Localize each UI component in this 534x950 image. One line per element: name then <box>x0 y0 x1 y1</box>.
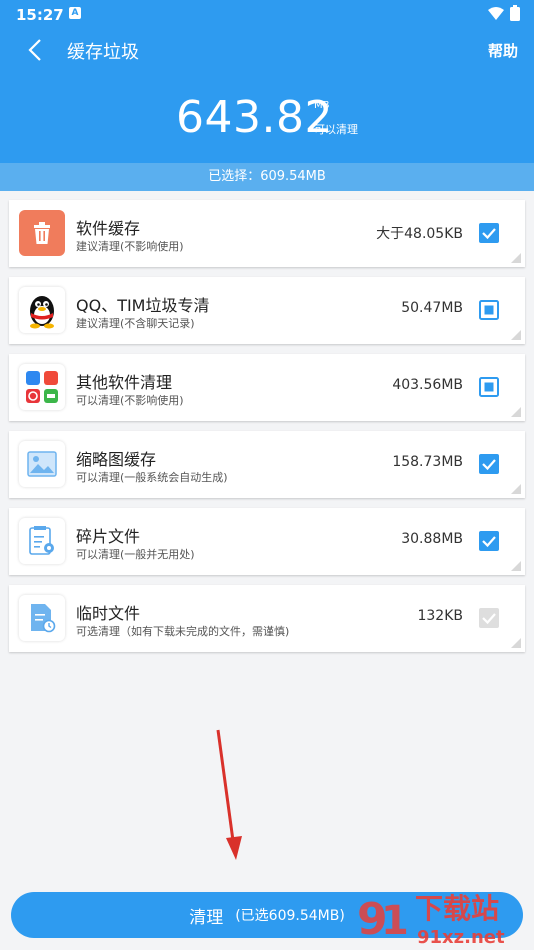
clean-button-label: 清理 <box>189 907 224 928</box>
notification-icon: A <box>69 7 81 19</box>
item-description: 可选清理（如有下载未完成的文件，需谨慎) <box>76 625 290 638</box>
wifi-icon <box>488 6 504 20</box>
list-item-fragment-files[interactable]: 碎片文件 可以清理(一般并无用处) 30.88MB <box>9 508 525 575</box>
app-icon-box <box>19 441 65 487</box>
watermark-url: 91xz.net <box>417 927 505 948</box>
help-button[interactable]: 帮助 <box>488 40 518 61</box>
item-description: 建议清理(不影响使用) <box>76 240 184 253</box>
item-name: 其他软件清理 <box>76 373 173 392</box>
item-size: 大于48.05KB <box>376 226 463 242</box>
app-icon-box <box>19 364 65 410</box>
battery-icon <box>510 5 520 21</box>
document-gear-icon <box>29 526 54 555</box>
checkbox-disabled-icon[interactable] <box>479 608 499 628</box>
corner-mark <box>511 561 521 571</box>
qq-penguin-icon <box>30 296 54 329</box>
checkbox-checked-icon[interactable] <box>479 223 499 243</box>
image-icon <box>27 451 57 477</box>
header: 15:27 A 缓存垃圾 帮助 643.82 MB 可以清理 已选择：609.5… <box>0 0 534 191</box>
corner-mark <box>511 484 521 494</box>
item-name: 临时文件 <box>76 604 141 623</box>
page-title: 缓存垃圾 <box>67 42 139 63</box>
watermark-logo: 9 1 下载站 91xz.net <box>357 892 505 948</box>
document-clock-icon <box>31 604 56 633</box>
item-size: 158.73MB <box>392 454 463 470</box>
trash-icon <box>34 222 50 244</box>
svg-text:1: 1 <box>381 898 409 944</box>
app-icon-box <box>19 210 65 256</box>
status-icons <box>488 5 520 21</box>
checkbox-partial-icon[interactable] <box>479 377 499 397</box>
apps-grid-icon <box>26 371 58 403</box>
list-item-other-apps[interactable]: 其他软件清理 可以清理(不影响使用) 403.56MB <box>9 354 525 421</box>
item-name: 缩略图缓存 <box>76 450 157 469</box>
app-icon-box <box>19 287 65 333</box>
item-name: 软件缓存 <box>76 219 141 238</box>
back-arrow-icon[interactable] <box>24 36 52 64</box>
clean-button-selected: (已选609.54MB) <box>235 908 345 924</box>
status-bar: 15:27 A <box>0 0 534 28</box>
corner-mark <box>511 253 521 263</box>
red-pointer-arrow-icon <box>216 729 242 860</box>
item-description: 可以清理(不影响使用) <box>76 394 184 407</box>
item-size: 50.47MB <box>401 300 463 316</box>
watermark-text: 下载站 <box>415 892 499 925</box>
cleanable-label: 可以清理 <box>314 123 358 136</box>
list-item-thumbnail-cache[interactable]: 缩略图缓存 可以清理(一般系统会自动生成) 158.73MB <box>9 431 525 498</box>
app-icon-box <box>19 595 65 641</box>
corner-mark <box>511 330 521 340</box>
junk-category-list: 软件缓存 建议清理(不影响使用) 大于48.05KB QQ、TIM垃圾专清 建议… <box>9 200 525 662</box>
size-unit: MB <box>314 100 330 111</box>
item-name: QQ、TIM垃圾专清 <box>76 296 210 315</box>
status-time: 15:27 <box>16 6 64 24</box>
checkbox-checked-icon[interactable] <box>479 531 499 551</box>
item-size: 30.88MB <box>401 531 463 547</box>
list-item-qq-tim[interactable]: QQ、TIM垃圾专清 建议清理(不含聊天记录) 50.47MB <box>9 277 525 344</box>
app-icon-box <box>19 518 65 564</box>
total-junk-size: 643.82 <box>176 92 333 143</box>
list-item-temp-files[interactable]: 临时文件 可选清理（如有下载未完成的文件，需谨慎) 132KB <box>9 585 525 652</box>
corner-mark <box>511 407 521 417</box>
checkbox-checked-icon[interactable] <box>479 454 499 474</box>
item-description: 建议清理(不含聊天记录) <box>76 317 195 330</box>
corner-mark <box>511 638 521 648</box>
list-item-software-cache[interactable]: 软件缓存 建议清理(不影响使用) 大于48.05KB <box>9 200 525 267</box>
item-description: 可以清理(一般系统会自动生成) <box>76 471 228 484</box>
item-name: 碎片文件 <box>76 527 141 546</box>
checkbox-partial-icon[interactable] <box>479 300 499 320</box>
item-size: 403.56MB <box>392 377 463 393</box>
item-description: 可以清理(一般并无用处) <box>76 548 195 561</box>
selected-size-bar: 已选择：609.54MB <box>0 163 534 191</box>
item-size: 132KB <box>417 608 463 624</box>
